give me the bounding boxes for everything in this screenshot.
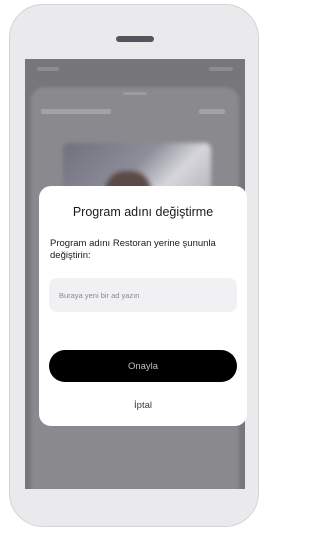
confirm-button[interactable]: Onayla xyxy=(49,350,237,382)
background-title xyxy=(41,109,111,114)
program-name-input[interactable] xyxy=(49,278,237,312)
background-action xyxy=(199,109,225,114)
rename-program-dialog: Program adını değiştirme Program adını R… xyxy=(39,186,247,426)
speaker-grille xyxy=(116,36,154,42)
status-bar xyxy=(35,67,235,73)
cancel-button[interactable]: İptal xyxy=(98,394,188,416)
dialog-title: Program adını değiştirme xyxy=(72,205,214,219)
dialog-message: Program adını Restoran yerine şununla de… xyxy=(50,238,216,261)
sheet-handle xyxy=(123,92,147,95)
